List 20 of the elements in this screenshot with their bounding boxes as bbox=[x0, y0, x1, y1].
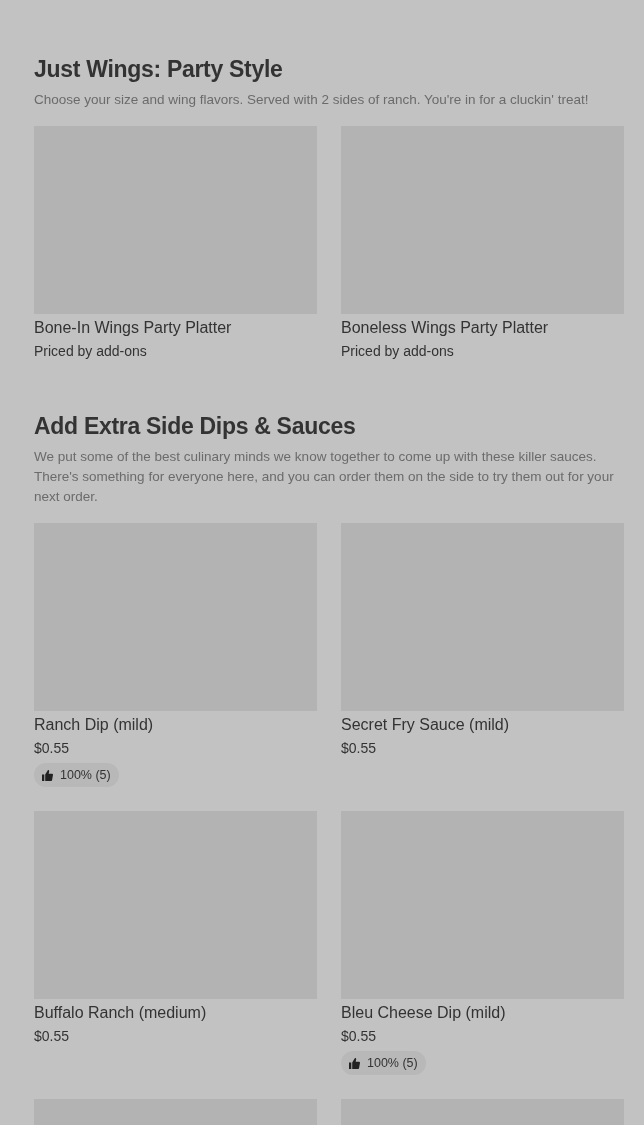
section-title: Add Extra Side Dips & Sauces bbox=[34, 412, 357, 441]
item-name[interactable]: Ranch Dip (mild) bbox=[34, 714, 154, 736]
rating-text: 100% (5) bbox=[60, 768, 111, 782]
item-name[interactable]: Boneless Wings Party Platter bbox=[341, 317, 549, 339]
item-name[interactable]: Bone-In Wings Party Platter bbox=[34, 317, 232, 339]
item-name[interactable]: Buffalo Ranch (medium) bbox=[34, 1002, 207, 1024]
section-description: Choose your size and wing flavors. Served with 2 sides of ranch. You're in for a cluckin' treat! bbox=[34, 91, 590, 109]
item-price: Priced by add-ons bbox=[341, 342, 454, 361]
section-title: Just Wings: Party Style bbox=[34, 55, 284, 84]
section-description: We put some of the best culinary minds we know together to come up with these killer sauces. There's something for everyone here, and you can order them on the side to try them out for your next order. bbox=[34, 448, 615, 506]
item-price: Priced by add-ons bbox=[34, 342, 147, 361]
thumbs-up-icon bbox=[349, 1057, 360, 1069]
item-name[interactable]: Bleu Cheese Dip (mild) bbox=[341, 1002, 506, 1024]
item-price: $0.55 bbox=[341, 1027, 377, 1046]
thumbs-up-icon bbox=[42, 769, 53, 781]
item-name[interactable]: Secret Fry Sauce (mild) bbox=[341, 714, 510, 736]
item-price: $0.55 bbox=[341, 739, 377, 758]
item-price: $0.55 bbox=[34, 1027, 70, 1046]
item-price: $0.55 bbox=[34, 739, 70, 758]
rating-text: 100% (5) bbox=[367, 1056, 418, 1070]
